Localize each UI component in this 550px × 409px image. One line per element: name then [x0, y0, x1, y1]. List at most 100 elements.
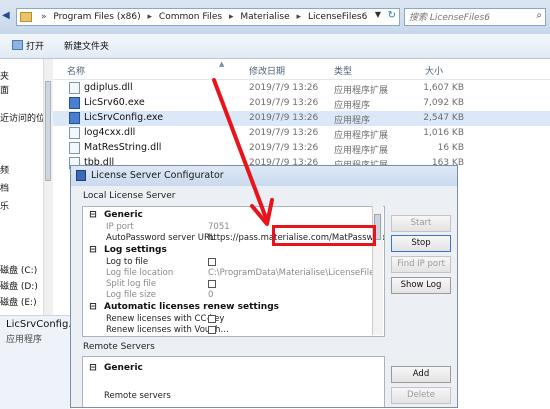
- open-label: 打开: [26, 42, 45, 52]
- file-type: 应用程序扩展: [334, 131, 389, 141]
- column-type-header[interactable]: 类型: [334, 64, 352, 77]
- column-header-row: 名称 ▲ 修改日期 类型 大小: [53, 59, 550, 80]
- dll-file-icon: [69, 127, 80, 139]
- refresh-icon[interactable]: ↻: [388, 10, 396, 21]
- nav-scrollbar[interactable]: [43, 59, 53, 345]
- remote-property-grid[interactable]: ⊟ Generic Remote servers: [82, 356, 385, 407]
- property-row[interactable]: Log file location C:\ProgramData\Materia…: [83, 268, 379, 279]
- property-key: AutoPassword server URL: [106, 233, 215, 243]
- renew-cc-checkbox[interactable]: [208, 315, 216, 323]
- property-row[interactable]: Split log file: [83, 279, 373, 290]
- remote-servers-label: Remote Servers: [83, 342, 155, 352]
- property-value[interactable]: 7051: [208, 222, 230, 232]
- property-value[interactable]: 14: [208, 336, 219, 337]
- property-row[interactable]: Renew licenses with Vouch…: [83, 325, 373, 336]
- file-name: gdiplus.dll: [84, 82, 133, 93]
- dialog-titlebar[interactable]: License Server Configurator: [71, 166, 457, 186]
- file-date: 2019/7/9 13:26: [249, 98, 319, 108]
- address-dropdown-icon[interactable]: ▼: [375, 10, 381, 19]
- property-row[interactable]: Log file size 0: [83, 290, 373, 301]
- search-box[interactable]: ⌕: [404, 8, 546, 27]
- file-type: 应用程序扩展: [334, 146, 389, 156]
- breadcrumb-item[interactable]: Materialise: [240, 12, 289, 22]
- drive-e-item[interactable]: 磁盘 (E:): [0, 295, 37, 308]
- breadcrumb-chevron-icon[interactable]: ▸: [148, 12, 153, 22]
- drive-d-item[interactable]: 磁盘 (D:): [0, 279, 38, 292]
- group-auto-renew[interactable]: ⊟ Automatic licenses renew settings: [83, 302, 373, 314]
- nav-item[interactable]: 档: [0, 181, 9, 194]
- property-value[interactable]: C:\ProgramData\Materialise\LicenseFiles: [208, 268, 379, 278]
- dll-file-icon: [69, 142, 80, 154]
- new-folder-button[interactable]: 新建文件夹: [64, 39, 109, 52]
- nav-item[interactable]: 面: [0, 83, 9, 96]
- property-key: Log to file: [106, 257, 149, 267]
- search-input[interactable]: [405, 9, 533, 27]
- property-row[interactable]: Days till licence expired 14: [83, 336, 373, 337]
- breadcrumb-item[interactable]: Common Files: [159, 12, 222, 22]
- file-size: 1,016 KB: [423, 128, 464, 138]
- file-name: LicSrv60.exe: [84, 97, 145, 108]
- nav-item[interactable]: 频: [0, 163, 9, 176]
- property-key: Log file size: [106, 290, 157, 300]
- column-name-header[interactable]: 名称: [67, 64, 85, 77]
- start-button[interactable]: Start: [391, 215, 451, 232]
- folder-icon: [20, 12, 32, 22]
- file-size: 16 KB: [437, 143, 464, 153]
- find-ip-port-button[interactable]: Find IP port: [391, 256, 451, 273]
- property-key: Days till licence expired: [106, 336, 207, 337]
- search-icon[interactable]: ⌕: [536, 10, 542, 21]
- file-type: 应用程序扩展: [334, 86, 389, 96]
- drive-c-item[interactable]: 磁盘 (C:): [0, 263, 37, 276]
- breadcrumb-chevron-icon[interactable]: ▸: [229, 12, 234, 22]
- column-date-header[interactable]: 修改日期: [249, 64, 285, 77]
- nav-scrollbar-thumb[interactable]: [45, 81, 51, 181]
- group-remote-generic[interactable]: ⊟ Generic: [83, 363, 373, 375]
- collapse-icon[interactable]: ⊟: [89, 363, 97, 373]
- split-log-checkbox[interactable]: [208, 280, 216, 288]
- file-row[interactable]: gdiplus.dll 2019/7/9 13:26 应用程序扩展 1,607 …: [53, 81, 550, 96]
- file-date: 2019/7/9 13:26: [249, 113, 319, 123]
- add-button[interactable]: Add: [391, 366, 451, 383]
- group-title: Automatic licenses renew settings: [104, 302, 279, 312]
- property-row[interactable]: Renew licenses with CC-key: [83, 314, 373, 325]
- property-key: Split log file: [106, 279, 157, 289]
- property-key: Log file location: [106, 268, 174, 278]
- open-icon: [12, 40, 23, 50]
- exe-file-icon: [69, 97, 80, 109]
- file-row[interactable]: log4cxx.dll 2019/7/9 13:26 应用程序扩展 1,016 …: [53, 126, 550, 141]
- property-key: Remote servers: [104, 391, 171, 401]
- address-bar[interactable]: » Program Files (x86) ▸ Common Files ▸ M…: [16, 8, 400, 26]
- file-row-selected[interactable]: LicSrvConfig.exe 2019/7/9 13:26 应用程序 2,5…: [53, 111, 550, 126]
- show-log-button[interactable]: Show Log: [391, 277, 451, 294]
- collapse-icon[interactable]: ⊟: [89, 210, 97, 220]
- back-arrow-icon[interactable]: ◀: [2, 10, 12, 24]
- breadcrumb-item[interactable]: LicenseFiles6: [308, 12, 367, 22]
- property-row[interactable]: Remote servers: [83, 391, 373, 402]
- group-generic[interactable]: ⊟ Generic: [83, 210, 373, 222]
- renew-voucher-checkbox[interactable]: [208, 326, 216, 334]
- delete-button[interactable]: Delete: [391, 387, 451, 404]
- property-value[interactable]: 0: [208, 290, 213, 300]
- file-row[interactable]: LicSrv60.exe 2019/7/9 13:26 应用程序 7,092 K…: [53, 96, 550, 111]
- column-size-header[interactable]: 大小: [425, 64, 443, 77]
- command-bar: 打开 新建文件夹: [0, 34, 550, 59]
- group-title: Generic: [104, 210, 143, 220]
- nav-item[interactable]: 夹: [0, 69, 9, 82]
- file-row[interactable]: MatResString.dll 2019/7/9 13:26 应用程序扩展 1…: [53, 141, 550, 156]
- file-date: 2019/7/9 13:26: [249, 128, 319, 138]
- group-title: Generic: [104, 363, 143, 373]
- nav-item[interactable]: 乐: [0, 199, 9, 212]
- breadcrumb-item[interactable]: Program Files (x86): [53, 12, 140, 22]
- dialog-title: License Server Configurator: [91, 170, 224, 181]
- open-button[interactable]: 打开: [12, 39, 44, 52]
- log-to-file-checkbox[interactable]: [208, 258, 216, 266]
- file-type: 应用程序: [334, 116, 371, 126]
- stop-button[interactable]: Stop: [391, 235, 451, 252]
- file-size: 1,607 KB: [423, 83, 464, 93]
- details-file-type: 应用程序: [6, 335, 43, 345]
- collapse-icon[interactable]: ⊟: [89, 302, 97, 312]
- property-row[interactable]: Log to file: [83, 257, 373, 268]
- group-log-settings[interactable]: ⊟ Log settings: [83, 245, 373, 257]
- collapse-icon[interactable]: ⊟: [89, 245, 97, 255]
- breadcrumb-chevron-icon[interactable]: ▸: [297, 12, 302, 22]
